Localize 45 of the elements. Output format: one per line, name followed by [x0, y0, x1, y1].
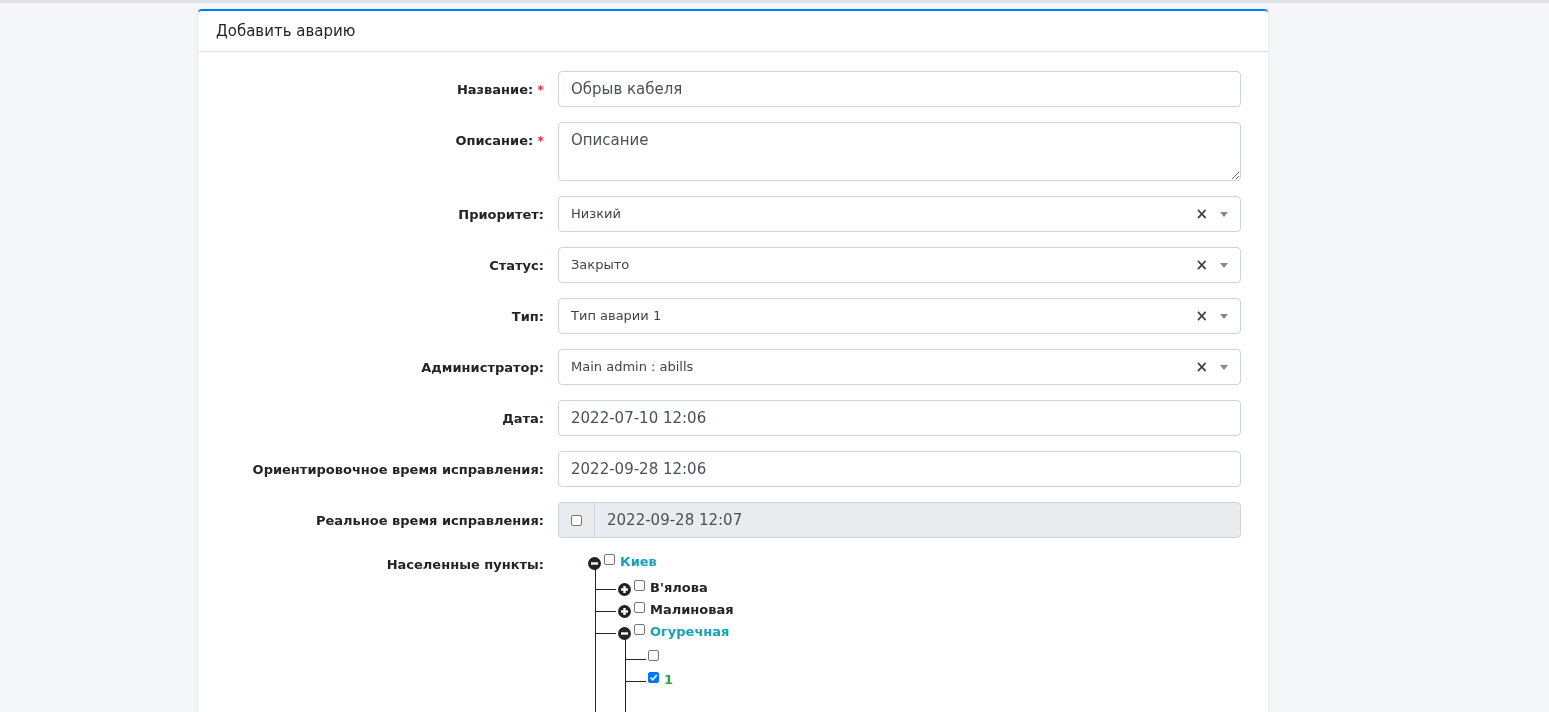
checkbox[interactable]	[634, 580, 645, 591]
expand-icon[interactable]	[618, 583, 631, 596]
checkbox[interactable]	[634, 602, 645, 613]
clear-button[interactable]: ×	[1195, 355, 1208, 379]
clear-button[interactable]: ×	[1195, 202, 1208, 226]
checkbox[interactable]	[634, 624, 645, 635]
field-label: Администратор:	[421, 359, 544, 377]
select-value: Main admin : abills	[571, 358, 695, 377]
field-label: Реальное время исправления:	[315, 512, 544, 530]
text-field[interactable]: 2022-07-10 12:06	[558, 400, 1241, 436]
checkbox[interactable]	[604, 554, 615, 565]
text-field[interactable]: Обрыв кабеля	[558, 71, 1241, 107]
caret-icon	[1220, 211, 1228, 217]
required-mark: *	[537, 81, 544, 99]
collapse-icon[interactable]	[618, 627, 631, 640]
checkbox[interactable]	[648, 650, 659, 661]
tree-node-label[interactable]: Малиновая	[650, 601, 734, 619]
field-label: Тип:	[511, 308, 544, 326]
field-label: Название:	[456, 81, 534, 99]
caret-icon	[1220, 364, 1228, 370]
select-field[interactable]: Низкий ×	[558, 196, 1241, 232]
field-label: Приоритет:	[458, 206, 544, 224]
card-title: Добавить аварию	[216, 20, 356, 42]
field-label: Дата:	[502, 410, 544, 428]
field-label: Описание:	[455, 132, 534, 150]
expand-icon[interactable]	[618, 605, 631, 618]
text-field[interactable]: 2022-09-28 12:06	[558, 451, 1241, 487]
field-label: Населенные пункты:	[386, 556, 544, 574]
select-value: Закрыто	[571, 256, 631, 275]
caret-icon	[1220, 262, 1228, 268]
field-label: Ориентировочное время исправления:	[252, 461, 544, 479]
select-value: Низкий	[571, 205, 622, 224]
checkbox[interactable]	[648, 672, 659, 683]
tree-node-label[interactable]: В'ялова	[650, 579, 708, 597]
clear-button[interactable]: ×	[1195, 304, 1208, 328]
select-field[interactable]: Main admin : abills ×	[558, 349, 1241, 385]
field-label: Статус:	[489, 257, 544, 275]
select-value: Тип аварии 1	[571, 307, 663, 326]
select-field[interactable]: Тип аварии 1 ×	[558, 298, 1241, 334]
required-mark: *	[537, 132, 544, 150]
select-field[interactable]: Закрыто ×	[558, 247, 1241, 283]
caret-icon	[1220, 313, 1228, 319]
collapse-icon[interactable]	[588, 557, 601, 570]
clear-button[interactable]: ×	[1195, 253, 1208, 277]
description-field[interactable]: Описание	[558, 122, 1241, 181]
